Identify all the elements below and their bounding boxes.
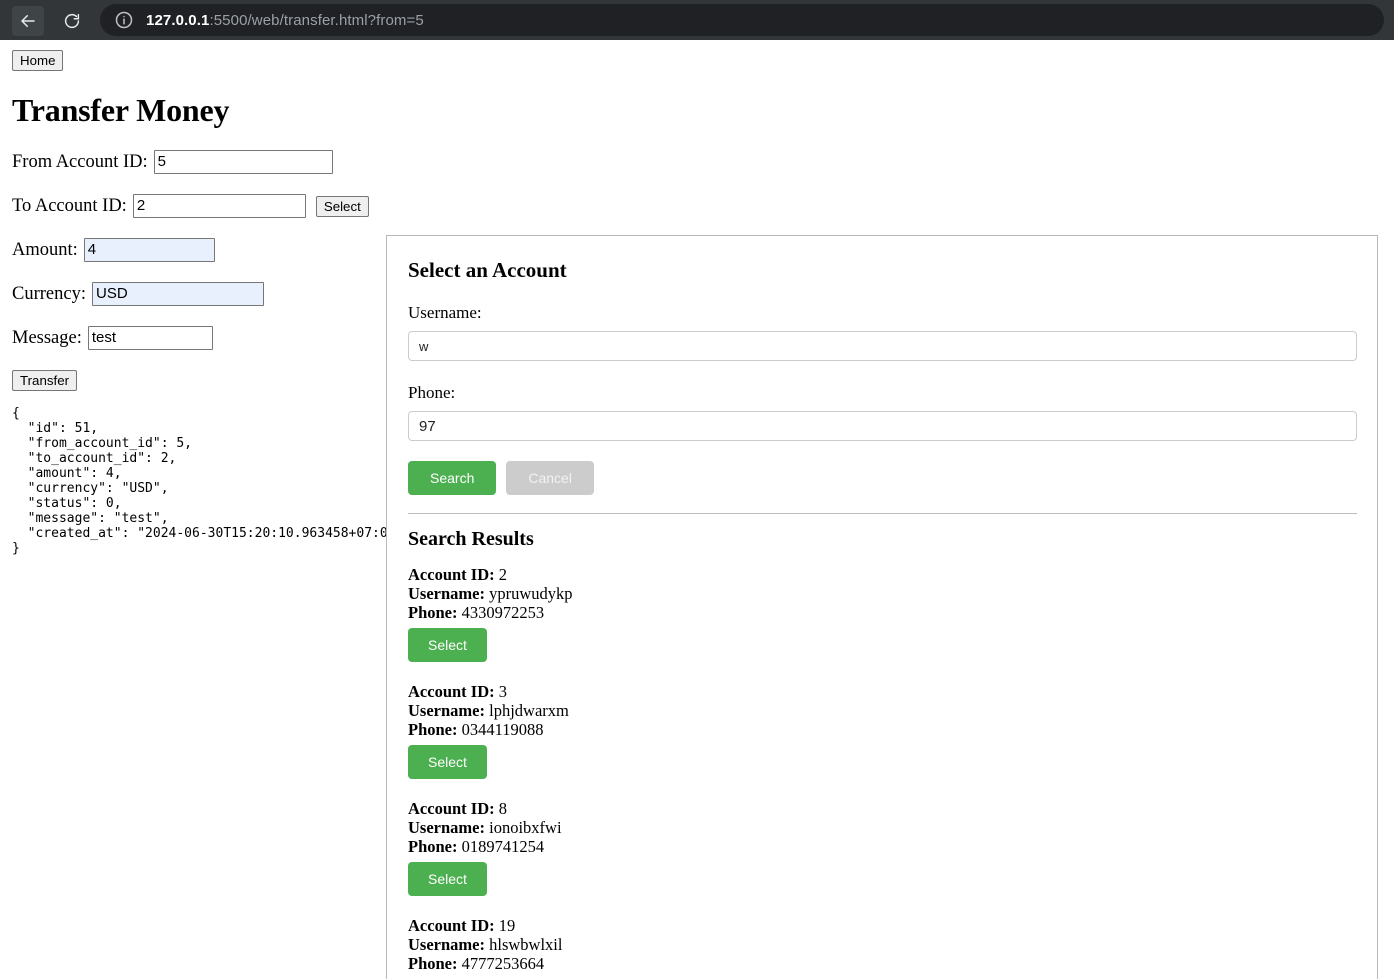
transfer-button-wrapper: Transfer (12, 370, 403, 391)
result-username-label: Username: (408, 818, 485, 837)
page-viewport: Home Transfer Money From Account ID: To … (0, 40, 1394, 979)
search-result-item: Account ID: 2 Username: ypruwudykp Phone: … (408, 565, 1357, 662)
search-result-item: Account ID: 8 Username: ionoibxfwi Phone: … (408, 799, 1357, 896)
address-bar-url: 127.0.0.1:5500/web/transfer.html?from=5 (146, 12, 424, 29)
cancel-button[interactable]: Cancel (506, 461, 594, 495)
result-phone-label: Phone: (408, 603, 458, 622)
select-result-button[interactable]: Select (408, 628, 487, 662)
result-username-label: Username: (408, 584, 485, 603)
amount-label: Amount: (12, 239, 78, 260)
currency-input[interactable] (91, 282, 264, 306)
result-username: Username: ypruwudykp (408, 584, 573, 603)
select-account-panel: Select an Account Username: Phone: Searc… (386, 235, 1378, 979)
result-account-id: Account ID: 3 (408, 682, 507, 701)
browser-chrome: 127.0.0.1:5500/web/transfer.html?from=5 (0, 0, 1394, 40)
to-account-row: To Account ID: Select (12, 194, 403, 218)
amount-input[interactable] (83, 238, 215, 262)
transfer-response-json: { "id": 51, "from_account_id": 5, "to_ac… (12, 406, 404, 556)
reload-icon (63, 12, 81, 30)
result-account-id-label: Account ID: (408, 799, 495, 818)
result-phone-label: Phone: (408, 954, 458, 973)
message-label: Message: (12, 327, 82, 348)
url-path: :5500/web/transfer.html?from=5 (209, 11, 424, 29)
to-account-label: To Account ID: (12, 195, 127, 216)
result-account-id-label: Account ID: (408, 916, 495, 935)
transfer-button[interactable]: Transfer (12, 370, 78, 391)
address-bar[interactable]: 127.0.0.1:5500/web/transfer.html?from=5 (100, 4, 1384, 36)
transfer-page: Home Transfer Money From Account ID: To … (0, 40, 411, 564)
from-account-label: From Account ID: (12, 151, 148, 172)
panel-actions: Search Cancel (408, 461, 1357, 495)
search-results-list: Account ID: 2 Username: ypruwudykp Phone: … (408, 565, 1357, 979)
modal-username-label: Username: (408, 303, 482, 322)
result-phone-label: Phone: (408, 837, 458, 856)
info-circle-icon[interactable] (114, 10, 134, 30)
select-result-button[interactable]: Select (408, 745, 487, 779)
amount-row: Amount: (12, 238, 403, 262)
result-phone: Phone: 4330972253 (408, 603, 545, 622)
result-account-id-label: Account ID: (408, 565, 495, 584)
message-input[interactable] (87, 326, 213, 350)
result-username: Username: ionoibxfwi (408, 818, 562, 837)
home-button[interactable]: Home (12, 50, 64, 71)
search-button[interactable]: Search (408, 461, 497, 495)
page-title: Transfer Money (12, 92, 230, 128)
modal-username-input[interactable] (408, 331, 1357, 361)
search-results-title: Search Results (408, 528, 534, 550)
result-account-id: Account ID: 2 (408, 565, 507, 584)
result-username: Username: lphjdwarxm (408, 701, 569, 720)
currency-label: Currency: (12, 283, 86, 304)
result-phone: Phone: 0344119088 (408, 720, 544, 739)
reload-button[interactable] (56, 6, 88, 36)
select-result-button[interactable]: Select (408, 862, 487, 896)
search-result-item: Account ID: 3 Username: lphjdwarxm Phone: … (408, 682, 1357, 779)
to-account-input[interactable] (132, 194, 306, 218)
panel-title: Select an Account (408, 258, 567, 282)
result-phone: Phone: 4777253664 (408, 954, 545, 973)
back-button[interactable] (12, 6, 44, 36)
result-account-id-label: Account ID: (408, 682, 495, 701)
result-username: Username: hlswbwlxil (408, 935, 563, 954)
result-username-label: Username: (408, 701, 485, 720)
search-result-item: Account ID: 19 Username: hlswbwlxil Phone:… (408, 916, 1357, 979)
select-account-button[interactable]: Select (315, 195, 369, 217)
result-account-id: Account ID: 19 (408, 916, 516, 935)
panel-divider (408, 513, 1357, 514)
from-account-row: From Account ID: (12, 150, 403, 174)
result-phone-label: Phone: (408, 720, 458, 739)
url-host: 127.0.0.1 (146, 11, 210, 29)
result-phone: Phone: 0189741254 (408, 837, 545, 856)
home-button-wrapper: Home (12, 50, 403, 71)
modal-phone-input[interactable] (408, 411, 1357, 441)
modal-phone-label: Phone: (408, 383, 456, 402)
back-arrow-icon (19, 12, 37, 30)
message-row: Message: (12, 326, 403, 350)
result-username-label: Username: (408, 935, 485, 954)
from-account-input[interactable] (153, 150, 333, 174)
currency-row: Currency: (12, 282, 403, 306)
result-account-id: Account ID: 8 (408, 799, 507, 818)
